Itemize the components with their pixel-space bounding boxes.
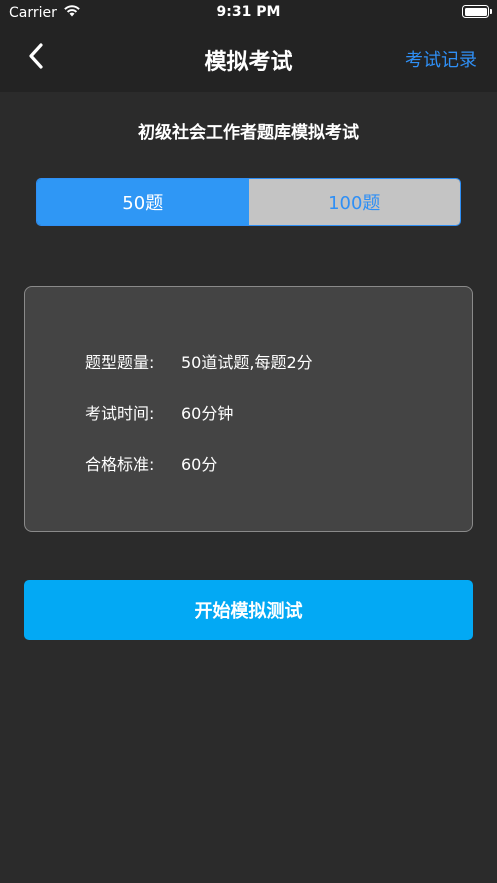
info-value: 60分 [181, 455, 218, 474]
info-label: 题型题量: [85, 353, 155, 372]
info-label: 考试时间: [85, 404, 155, 423]
info-label: 合格标准: [85, 455, 155, 474]
info-row-question-count: 题型题量: 50道试题,每题2分 [85, 349, 313, 373]
segment-option-50[interactable]: 50题 [37, 179, 249, 225]
info-value: 60分钟 [181, 404, 234, 423]
navigation-bar: 模拟考试 考试记录 [0, 24, 497, 92]
exam-records-link[interactable]: 考试记录 [405, 46, 477, 72]
exam-name: 初级社会工作者题库模拟考试 [138, 123, 359, 143]
question-count-segment: 50题 100题 [36, 178, 461, 226]
segment-option-100[interactable]: 100题 [248, 179, 460, 225]
status-bar: Carrier 9:31 PM [0, 0, 497, 24]
status-time: 9:31 PM [216, 4, 281, 20]
battery-icon [462, 5, 492, 18]
info-value: 50道试题,每题2分 [181, 353, 313, 372]
start-mock-test-button[interactable]: 开始模拟测试 [24, 580, 473, 640]
info-row-exam-time: 考试时间: 60分钟 [85, 400, 233, 424]
info-row-passing-score: 合格标准: 60分 [85, 451, 217, 475]
exam-info-card: 题型题量: 50道试题,每题2分 考试时间: 60分钟 合格标准: 60分 [24, 286, 473, 532]
